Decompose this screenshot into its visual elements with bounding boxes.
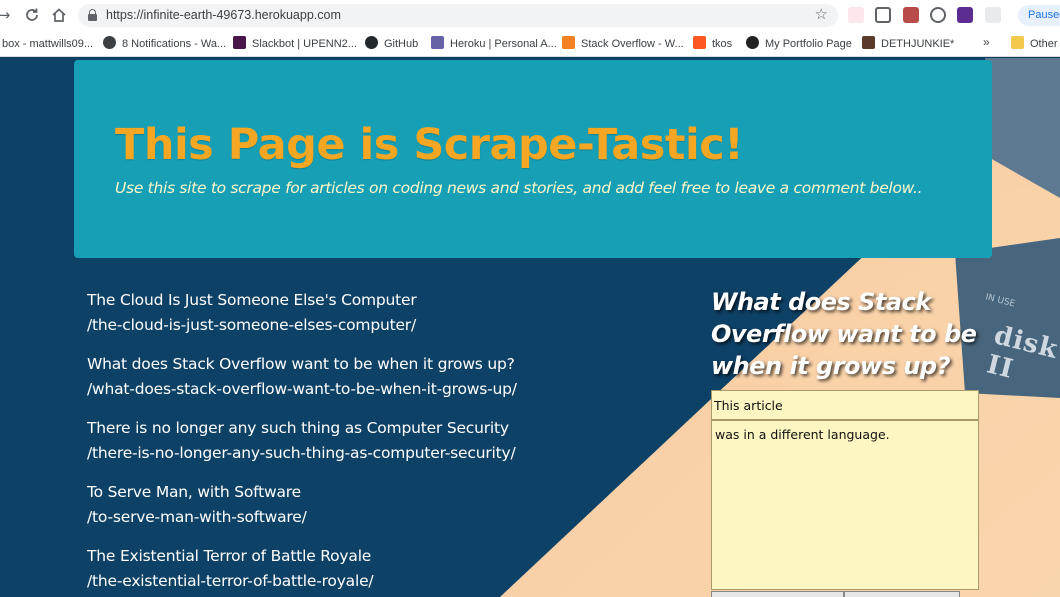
bookmark-item[interactable]: DETHJUNKIE* [862,36,954,52]
article-link[interactable]: /to-serve-man-with-software/ [87,505,647,530]
bookmark-label: Slackbot | UPENN2... [252,38,357,50]
slack-icon [233,36,246,49]
bookmark-label: Heroku | Personal A... [450,38,557,50]
article-list: The Cloud Is Just Someone Else's Compute… [87,288,647,597]
url-text: https://infinite-earth-49673.herokuapp.c… [106,8,341,22]
note-body-textarea[interactable]: was in a different language. [711,420,979,590]
notifications-icon [103,36,116,49]
article-link[interactable]: /there-is-no-longer-any-such-thing-as-co… [87,441,647,466]
jumbotron: This Page is Scrape-Tastic! Use this sit… [74,60,992,258]
bookmark-label: GitHub [384,38,419,50]
bookmark-item[interactable]: box - mattwills09... [2,36,93,52]
article-item[interactable]: The Existential Terror of Battle Royale … [87,544,647,594]
article-item[interactable]: What does Stack Overflow want to be when… [87,352,647,402]
extension-circle-icon[interactable] [930,7,946,23]
avatar-icon [862,36,875,49]
bookmark-label: DETHJUNKIE* [881,38,955,50]
pdf-icon[interactable] [903,7,919,23]
bookmark-item[interactable]: tkos [693,36,732,52]
bookmark-label: tkos [712,38,733,50]
extension-red-icon[interactable] [848,7,864,23]
github-icon [365,36,378,49]
bookmarks-bar: box - mattwills09... 8 Notifications - W… [0,31,1060,57]
profile-paused-button[interactable]: Paused [1018,5,1060,26]
more-bookmarks-chevron-icon[interactable]: » [983,35,990,49]
article-title[interactable]: The Existential Terror of Battle Royale [87,544,647,569]
article-title[interactable]: The Cloud Is Just Someone Else's Compute… [87,288,647,313]
other-bookmarks-folder[interactable]: Other [1011,36,1058,52]
home-icon[interactable] [49,5,69,25]
bookmark-label: My Portfolio Page [765,38,852,50]
blogger-icon [693,36,706,49]
page-subtitle: Use this site to scrape for articles on … [115,179,923,197]
bookmark-item[interactable]: Stack Overflow - W... [562,36,684,52]
bookmark-star-icon[interactable]: ☆ [815,5,828,23]
screenshot-icon[interactable] [875,7,891,23]
article-item[interactable]: The Cloud Is Just Someone Else's Compute… [87,288,647,338]
address-bar[interactable]: https://infinite-earth-49673.herokuapp.c… [78,4,838,27]
article-item[interactable]: To Serve Man, with Software /to-serve-ma… [87,480,647,530]
page-content: IN USE disk II This Page is Scrape-Tasti… [0,58,1060,597]
article-link[interactable]: /the-cloud-is-just-someone-elses-compute… [87,313,647,338]
lock-icon [88,9,97,21]
page-title: This Page is Scrape-Tastic! [115,120,744,170]
bookmark-item[interactable]: Slackbot | UPENN2... [233,36,357,52]
heroku-icon [431,36,444,49]
notes-heading: What does Stack Overflow want to be when… [711,288,977,380]
forward-arrow-icon[interactable]: → [0,5,14,25]
article-item[interactable]: There is no longer any such thing as Com… [87,416,647,466]
bookmark-label: box - mattwills09... [2,38,94,50]
bookmark-label: Stack Overflow - W... [581,38,684,50]
portfolio-icon [746,36,759,49]
bookmark-label: Other [1030,38,1058,50]
bookmark-item[interactable]: 8 Notifications - Wa... [103,36,226,52]
bookmark-item[interactable]: My Portfolio Page [746,36,852,52]
notes-panel: What does Stack Overflow want to be when… [711,286,981,590]
article-link[interactable]: /what-does-stack-overflow-want-to-be-whe… [87,377,647,402]
delete-note-button[interactable] [844,591,960,597]
extension-grey-icon[interactable] [985,7,1001,23]
bookmark-item[interactable]: GitHub [365,36,418,52]
stackoverflow-icon [562,36,575,49]
reload-icon[interactable] [22,5,42,25]
bookmark-item[interactable]: Heroku | Personal A... [431,36,557,52]
article-title[interactable]: What does Stack Overflow want to be when… [87,352,647,377]
article-title[interactable]: There is no longer any such thing as Com… [87,416,647,441]
browser-toolbar: → https://infinite-earth-49673.herokuapp… [0,0,1060,31]
extension-check-icon[interactable] [957,7,973,23]
article-title[interactable]: To Serve Man, with Software [87,480,647,505]
article-link[interactable]: /the-existential-terror-of-battle-royale… [87,569,647,594]
bookmark-label: 8 Notifications - Wa... [122,38,227,50]
folder-icon [1011,36,1024,49]
save-note-button[interactable] [711,591,844,597]
note-title-input[interactable] [711,390,979,420]
